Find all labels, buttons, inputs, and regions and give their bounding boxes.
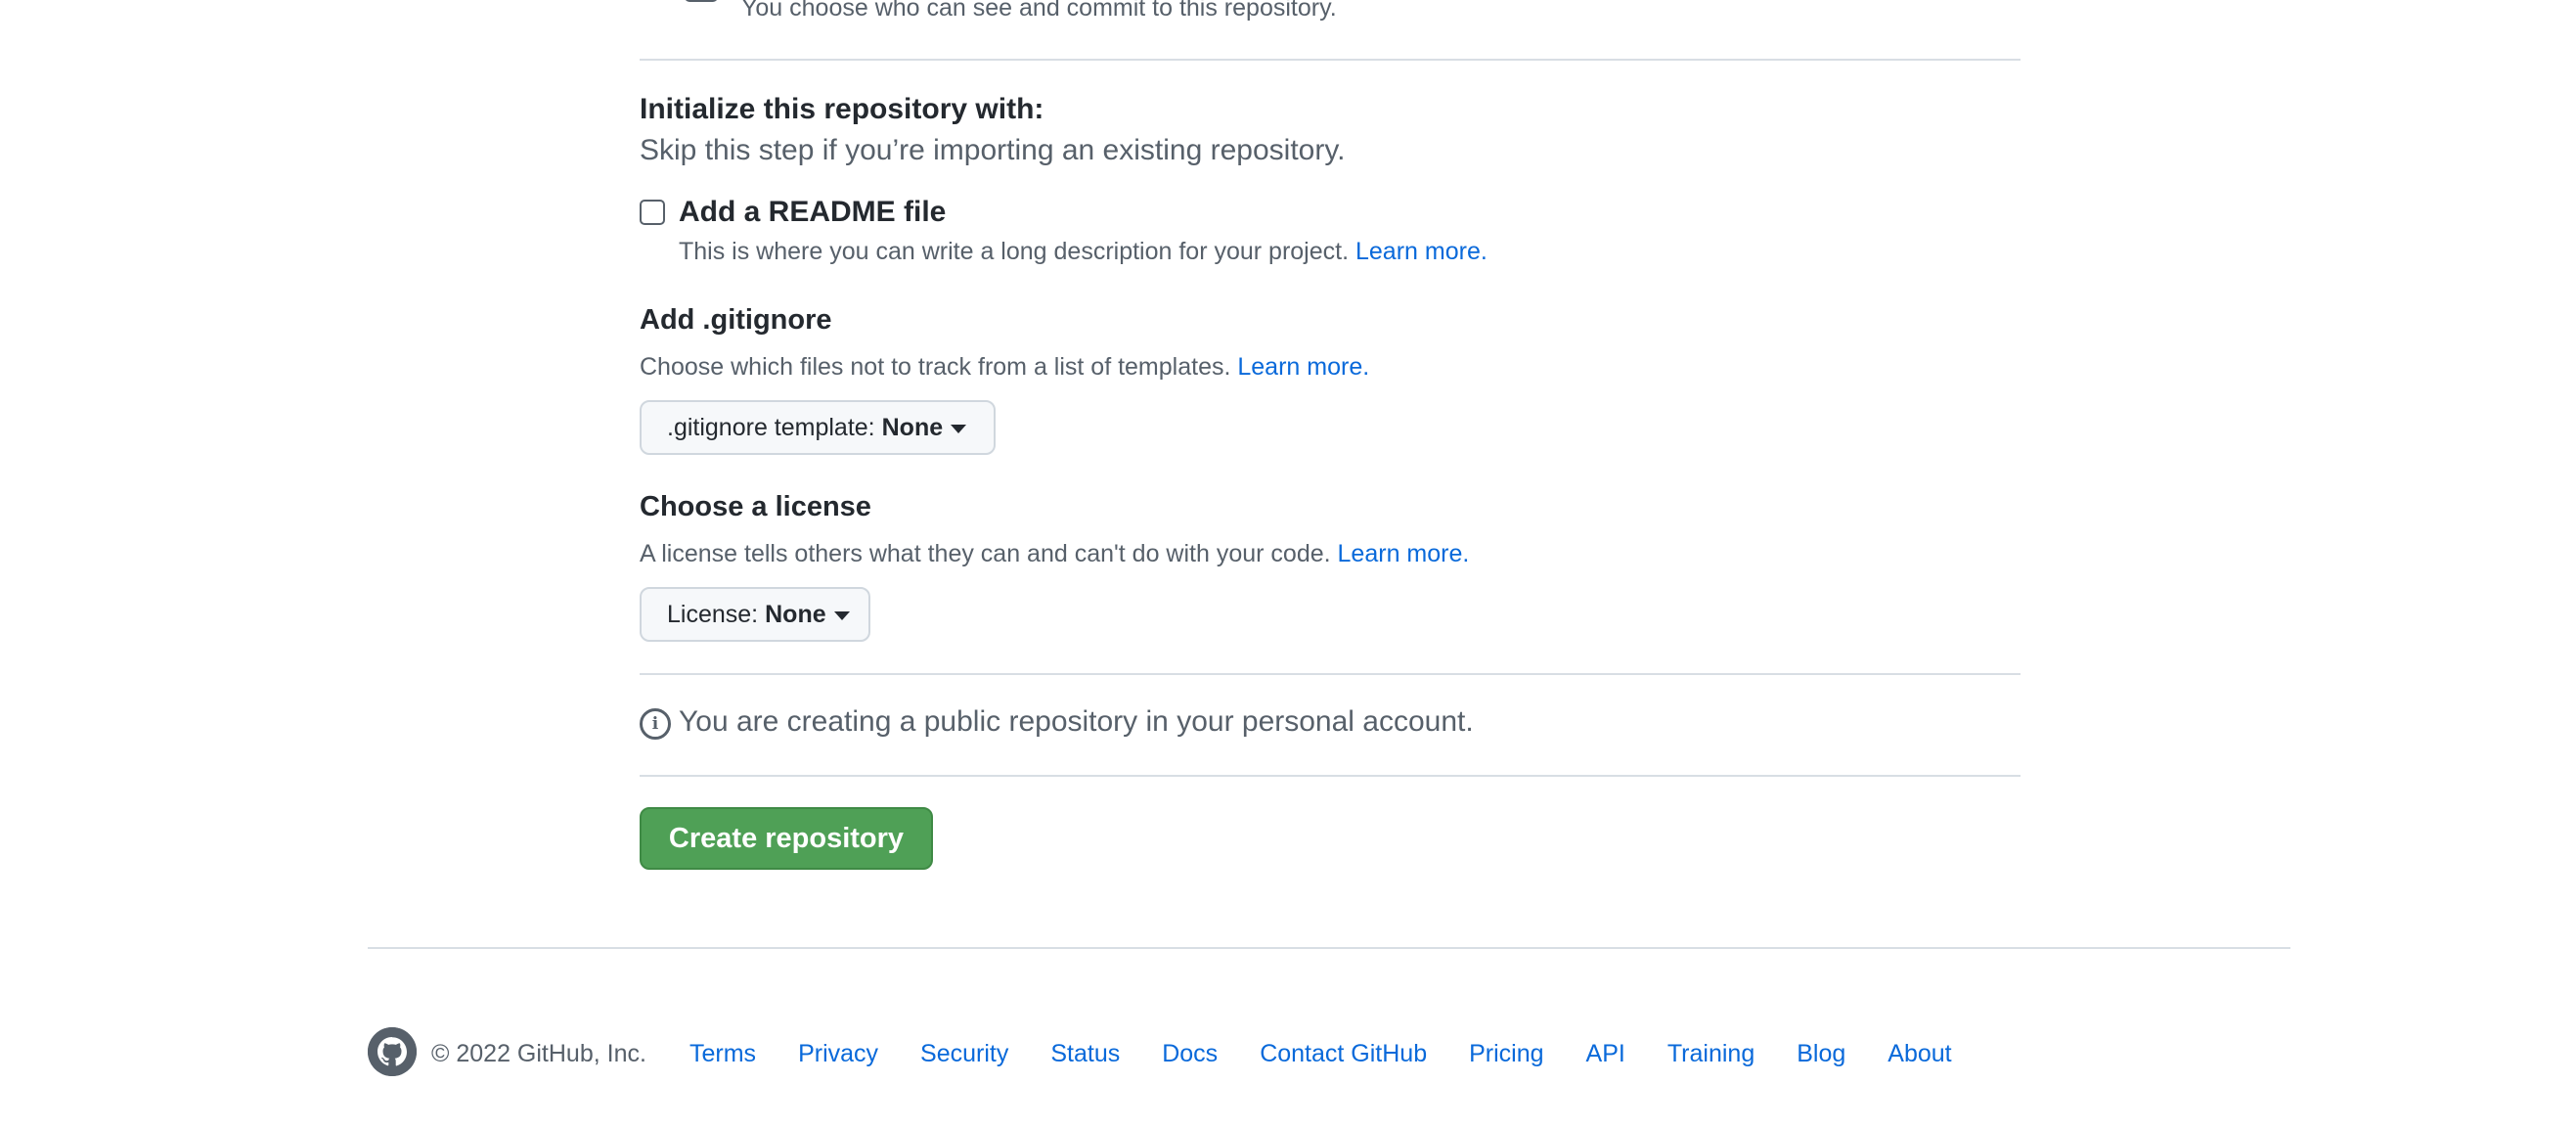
license-learn-more-link[interactable]: Learn more. — [1338, 540, 1470, 567]
readme-description-text: This is where you can write a long descr… — [679, 238, 1350, 265]
license-description: A license tells others what they can and… — [640, 540, 1469, 568]
lock-icon — [685, 0, 718, 2]
footer-link-contact[interactable]: Contact GitHub — [1260, 1040, 1427, 1068]
readme-learn-more-link[interactable]: Learn more. — [1355, 238, 1488, 265]
info-icon: i — [640, 708, 671, 740]
caret-down-icon — [951, 424, 967, 433]
license-title: Choose a license — [640, 491, 871, 522]
gitignore-learn-more-link[interactable]: Learn more. — [1237, 353, 1369, 381]
footer-link-terms[interactable]: Terms — [689, 1040, 756, 1068]
divider — [640, 775, 2021, 777]
footer-link-api[interactable]: API — [1586, 1040, 1625, 1068]
readme-label[interactable]: Add a README file — [679, 196, 946, 229]
gitignore-description: Choose which files not to track from a l… — [640, 353, 1369, 382]
gitignore-template-select[interactable]: .gitignore template: None — [640, 400, 996, 455]
readme-checkbox[interactable] — [640, 200, 665, 225]
footer-link-training[interactable]: Training — [1667, 1040, 1754, 1068]
footer-divider — [368, 947, 2290, 949]
footer-link-docs[interactable]: Docs — [1162, 1040, 1218, 1068]
footer-link-privacy[interactable]: Privacy — [798, 1040, 878, 1068]
footer-link-security[interactable]: Security — [920, 1040, 1008, 1068]
create-repository-button[interactable]: Create repository — [640, 807, 933, 870]
footer-link-about[interactable]: About — [1888, 1040, 1951, 1068]
divider — [640, 673, 2021, 675]
footer-link-blog[interactable]: Blog — [1797, 1040, 1845, 1068]
caret-down-icon — [833, 610, 850, 620]
public-repo-notice: You are creating a public repository in … — [679, 705, 1474, 738]
license-select-key: License: — [667, 600, 759, 628]
initialize-title: Initialize this repository with: — [640, 93, 1044, 125]
footer-link-pricing[interactable]: Pricing — [1469, 1040, 1543, 1068]
initialize-subtitle: Skip this step if you’re importing an ex… — [640, 134, 1346, 166]
github-logo-icon[interactable] — [368, 1027, 417, 1076]
readme-description: This is where you can write a long descr… — [679, 238, 1488, 266]
footer-links: Terms Privacy Security Status Docs Conta… — [689, 1040, 1994, 1068]
gitignore-title: Add .gitignore — [640, 304, 832, 336]
divider — [640, 59, 2021, 61]
gitignore-description-text: Choose which files not to track from a l… — [640, 353, 1231, 381]
license-select[interactable]: License: None — [640, 587, 870, 642]
gitignore-select-key: .gitignore template: — [667, 413, 875, 441]
license-description-text: A license tells others what they can and… — [640, 540, 1331, 567]
footer-link-status[interactable]: Status — [1050, 1040, 1120, 1068]
private-option-description: You choose who can see and commit to thi… — [741, 0, 1337, 22]
gitignore-select-value: None — [881, 413, 944, 441]
license-select-value: None — [765, 600, 826, 628]
footer-copyright: © 2022 GitHub, Inc. — [431, 1040, 646, 1067]
